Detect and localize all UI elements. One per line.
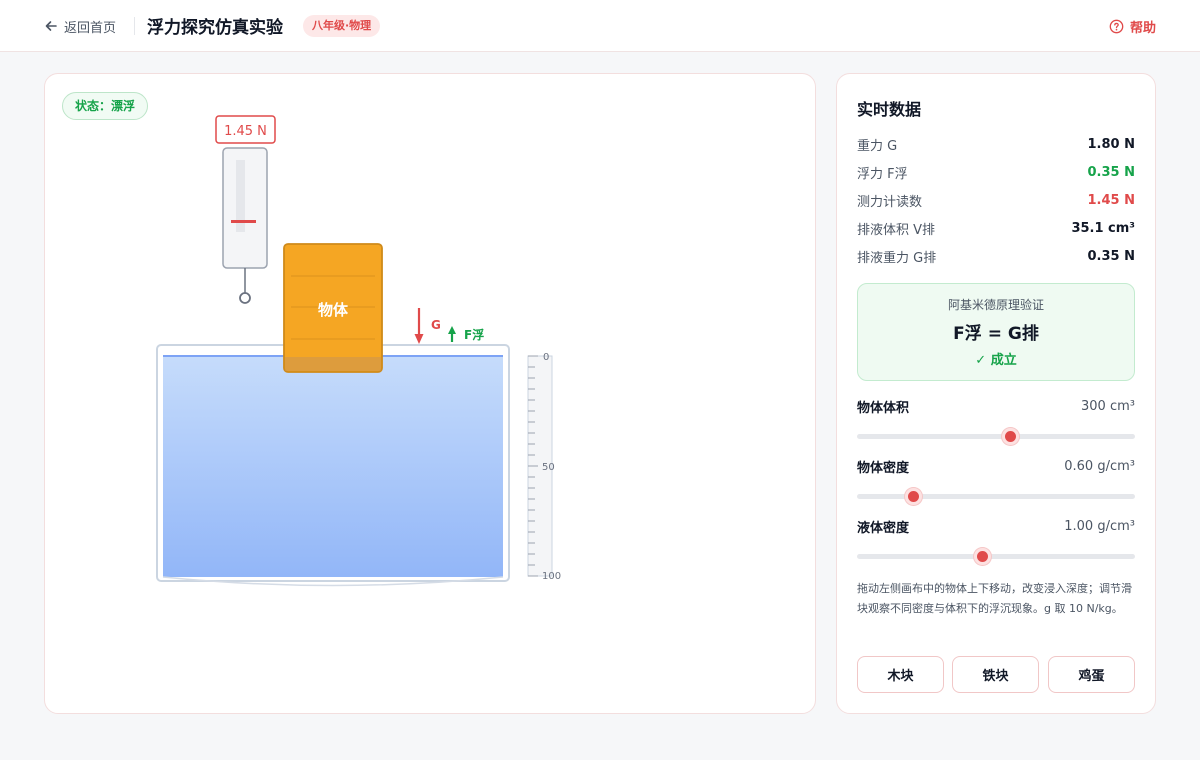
beaker xyxy=(156,344,510,587)
preset-wood-button[interactable]: 木块 xyxy=(857,656,944,693)
page-title: 浮力探究仿真实验 xyxy=(147,18,283,38)
verify-formula: F浮 = G排 xyxy=(953,324,1039,344)
verify-result: ✓ 成立 xyxy=(975,353,1017,368)
scale-reading-text: 1.45 N xyxy=(224,124,267,139)
data-row-gravity: 重力 G 1.80 N xyxy=(857,135,1135,154)
slider-name: 物体密度 xyxy=(857,460,910,476)
help-label: 帮助 xyxy=(1129,20,1156,36)
slider-track[interactable] xyxy=(857,428,1135,445)
object-submerged-part xyxy=(285,357,381,371)
data-label: 测力计读数 xyxy=(857,194,923,210)
data-value: 1.80 N xyxy=(1087,136,1135,152)
data-row-displaced-volume: 排液体积 V排 35.1 cm³ xyxy=(857,219,1135,238)
data-value: 1.45 N xyxy=(1087,192,1135,208)
data-row-buoyancy: 浮力 F浮 0.35 N xyxy=(857,163,1135,182)
gravity-arrow-head xyxy=(414,334,424,344)
usage-hint: 拖动左侧画布中的物体上下移动，改变浸入深度；调节滑块观察不同密度与体积下的浮沉现… xyxy=(857,582,1132,615)
slider-thumb[interactable] xyxy=(1001,428,1019,445)
slider-name: 物体体积 xyxy=(857,400,910,416)
buoyancy-label: F浮 xyxy=(464,327,484,342)
ruler-label-100: 100 xyxy=(542,571,561,582)
help-circle-icon xyxy=(1109,19,1124,33)
preset-iron-button[interactable]: 铁块 xyxy=(952,656,1039,693)
back-home-label: 返回首页 xyxy=(64,20,117,36)
back-home-link[interactable]: 返回首页 xyxy=(44,16,116,36)
slider-unit: cm³ xyxy=(1109,398,1135,414)
grade-badge: 八年级·物理 xyxy=(303,15,381,37)
draggable-object[interactable]: 物体 xyxy=(283,243,383,373)
ruler-label-50: 50 xyxy=(542,462,555,473)
simulation-scene: 1.45 N 物体 G F浮 0 50 100 xyxy=(156,115,561,587)
ruler-label-0: 0 xyxy=(543,352,549,363)
slider-thumb[interactable] xyxy=(904,488,922,505)
data-value: 0.35 N xyxy=(1087,248,1135,264)
data-value: 0.35 N xyxy=(1087,164,1135,180)
slider-object-density: 物体密度 0.60 g/cm³ xyxy=(857,457,1135,505)
slider-liquid-density: 液体密度 1.00 g/cm³ xyxy=(857,517,1135,565)
slider-track[interactable] xyxy=(857,488,1135,505)
gravity-arrow: G xyxy=(414,308,441,344)
slider-name: 液体密度 xyxy=(857,520,910,536)
data-label: 排液体积 V排 xyxy=(857,222,936,238)
data-label: 排液重力 G排 xyxy=(857,250,937,266)
slider-unit: g/cm³ xyxy=(1097,518,1135,534)
data-value: 35.1 cm³ xyxy=(1071,220,1135,236)
object-label: 物体 xyxy=(318,301,349,319)
slider-value: 1.00 xyxy=(1064,518,1094,534)
spring-scale[interactable]: 1.45 N xyxy=(215,115,276,304)
scale-hook-ring xyxy=(239,292,251,304)
verify-title: 阿基米德原理验证 xyxy=(947,298,1044,312)
panel-title: 实时数据 xyxy=(857,100,922,119)
slider-value: 0.60 xyxy=(1064,458,1094,474)
water-body xyxy=(163,355,503,577)
help-button[interactable]: 帮助 xyxy=(1109,16,1156,36)
data-label: 浮力 F浮 xyxy=(857,166,908,182)
data-label: 重力 G xyxy=(857,138,898,154)
top-bar: 返回首页 浮力探究仿真实验 八年级·物理 帮助 xyxy=(0,0,1200,52)
realtime-data-panel: 实时数据 重力 G 1.80 N 浮力 F浮 0.35 N 测力计读数 1.45… xyxy=(836,73,1156,714)
slider-track[interactable] xyxy=(857,548,1135,565)
header-divider xyxy=(134,17,135,35)
slider-object-volume: 物体体积 300 cm³ xyxy=(857,397,1135,445)
buoyancy-arrow: F浮 xyxy=(448,326,484,342)
data-row-meter: 测力计读数 1.45 N xyxy=(857,191,1135,210)
gravity-label: G xyxy=(431,318,441,332)
data-row-displaced-weight: 排液重力 G排 0.35 N xyxy=(857,247,1135,266)
simulation-canvas[interactable]: 状态：漂浮 1.45 N 物体 G F浮 0 50 100 xyxy=(44,73,816,714)
slider-value: 300 xyxy=(1081,398,1106,414)
archimedes-verification: 阿基米德原理验证 F浮 = G排 ✓ 成立 xyxy=(857,283,1135,381)
arrow-left-icon xyxy=(45,21,57,31)
scale-pointer xyxy=(231,220,256,223)
buoyancy-arrow-head xyxy=(448,326,456,334)
slider-thumb[interactable] xyxy=(974,548,992,565)
preset-egg-button[interactable]: 鸡蛋 xyxy=(1048,656,1135,693)
slider-unit: g/cm³ xyxy=(1097,458,1135,474)
depth-ruler: 0 50 100 xyxy=(527,352,561,582)
